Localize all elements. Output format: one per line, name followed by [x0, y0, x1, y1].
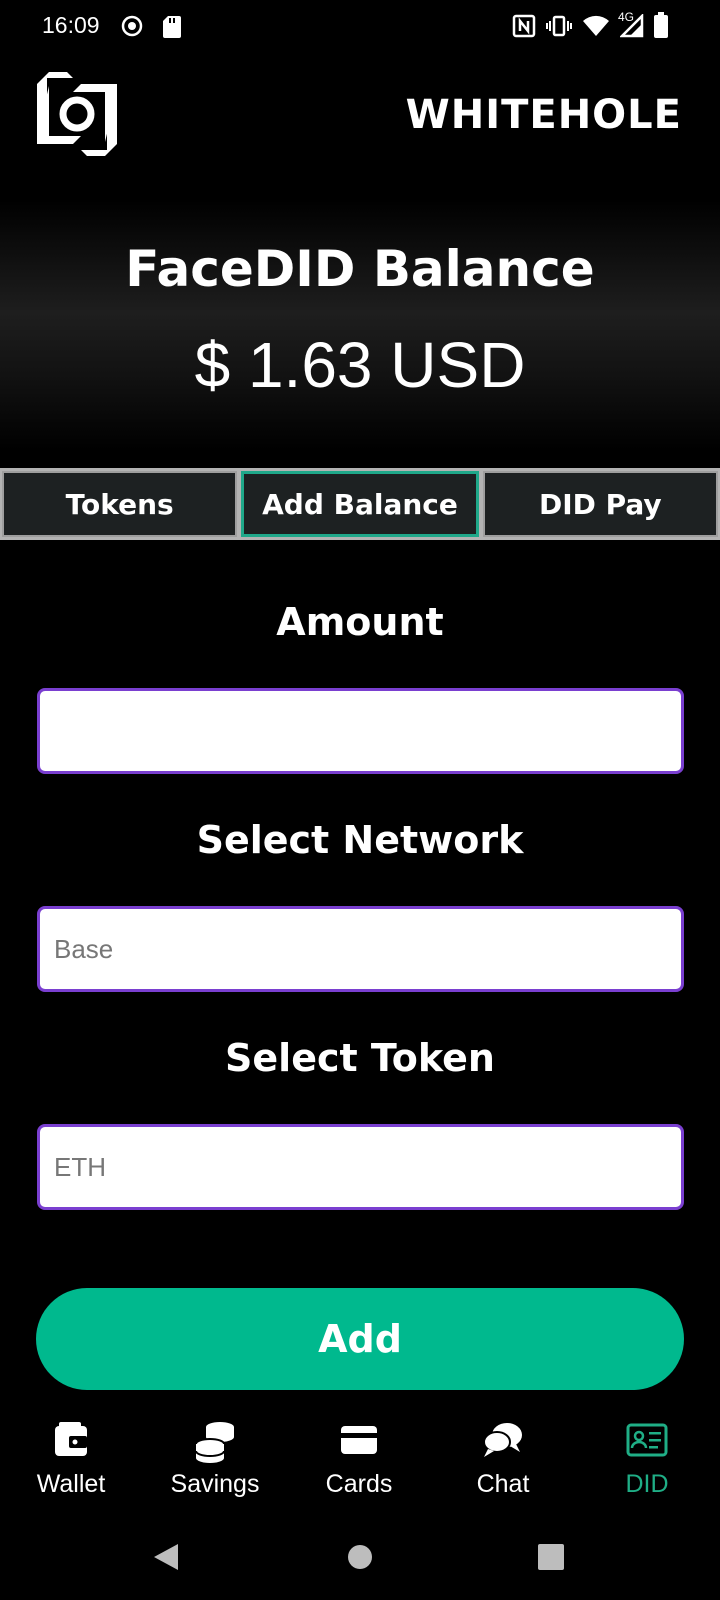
network-value: Base: [54, 933, 114, 964]
amount-label: Amount: [276, 600, 444, 644]
network-type-label: 4G: [618, 10, 635, 24]
tab-bar: Tokens Add Balance DID Pay: [0, 468, 720, 540]
add-button[interactable]: Add: [36, 1288, 684, 1390]
wifi-icon: [582, 14, 610, 42]
card-icon: [294, 1420, 424, 1464]
nav-chat-label: Chat: [476, 1470, 530, 1498]
token-label: Select Token: [225, 1036, 495, 1080]
id-card-icon: [582, 1420, 712, 1464]
wallet-icon: [6, 1420, 136, 1464]
tab-add-balance[interactable]: Add Balance: [241, 471, 479, 537]
system-nav-bar: [0, 1530, 720, 1590]
whitehole-logo-icon[interactable]: [37, 72, 117, 156]
status-time: 16:09: [42, 12, 100, 38]
nav-wallet-label: Wallet: [36, 1470, 106, 1498]
bottom-nav: Wallet Savings Cards Chat DID: [0, 1420, 720, 1520]
amount-field[interactable]: [37, 688, 684, 774]
app-header: WHITEHOLE: [0, 70, 720, 160]
brand-name: WHITEHOLE: [405, 92, 682, 138]
screen-record-icon: [120, 14, 144, 42]
nav-cards-label: Cards: [325, 1470, 393, 1498]
chat-icon: [438, 1420, 568, 1464]
recents-icon[interactable]: [538, 1544, 564, 1574]
tab-did-pay[interactable]: DID Pay: [482, 471, 718, 537]
battery-icon: [654, 12, 668, 42]
token-value: ETH: [54, 1151, 106, 1182]
balance-title: FaceDID Balance: [125, 240, 595, 298]
nfc-icon: [512, 14, 536, 42]
nav-wallet[interactable]: Wallet: [6, 1420, 136, 1499]
network-label: Select Network: [196, 818, 524, 862]
nav-did[interactable]: DID: [582, 1420, 712, 1499]
tab-tokens[interactable]: Tokens: [2, 471, 238, 537]
signal-icon: 4G: [618, 10, 644, 42]
sd-card-icon: [162, 14, 182, 42]
nav-chat[interactable]: Chat: [438, 1420, 568, 1499]
token-select[interactable]: ETH: [37, 1124, 684, 1210]
nav-cards[interactable]: Cards: [294, 1420, 424, 1499]
back-icon[interactable]: [152, 1542, 180, 1576]
nav-savings[interactable]: Savings: [150, 1420, 280, 1499]
nav-did-label: DID: [625, 1470, 669, 1498]
home-icon[interactable]: [347, 1544, 373, 1574]
vibrate-icon: [546, 14, 572, 42]
status-bar: 16:09 4G: [0, 0, 720, 54]
coins-icon: [150, 1420, 280, 1464]
network-select[interactable]: Base: [37, 906, 684, 992]
nav-savings-label: Savings: [170, 1470, 260, 1498]
balance-panel: FaceDID Balance $ 1.63 USD: [0, 200, 720, 450]
balance-value: $ 1.63 USD: [194, 329, 526, 401]
amount-input[interactable]: [54, 691, 667, 771]
